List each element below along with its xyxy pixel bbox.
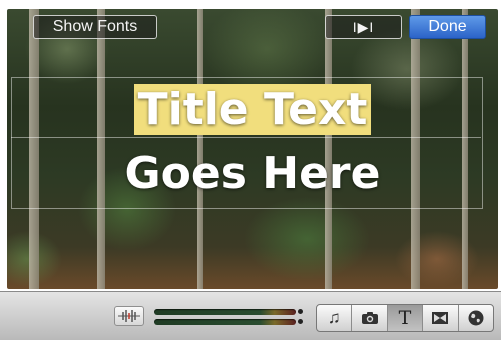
photo-browser-button[interactable] — [352, 305, 388, 331]
title-text[interactable]: Title Text — [133, 84, 372, 135]
title-line-2[interactable]: Goes Here — [7, 147, 498, 201]
transition-icon — [432, 312, 449, 324]
done-button[interactable]: Done — [409, 15, 486, 39]
map-browser-button[interactable] — [459, 305, 493, 331]
audio-level-meter-right — [154, 319, 296, 325]
music-browser-button[interactable]: ♫ — [317, 305, 353, 331]
title-line-1[interactable]: Title Text — [7, 83, 498, 137]
video-viewer: Show Fonts I▶I Done Title Text Goes Here — [7, 9, 498, 289]
play-button[interactable]: I▶I — [325, 15, 402, 39]
globe-icon — [468, 310, 484, 326]
transition-browser-button[interactable] — [423, 305, 459, 331]
show-fonts-button[interactable]: Show Fonts — [33, 15, 157, 39]
meter-peak-indicator — [298, 319, 303, 324]
meter-peak-indicator — [298, 309, 303, 314]
music-icon: ♫ — [327, 308, 341, 327]
browser-buttons: ♫ T — [316, 304, 494, 332]
audio-level-meter-left — [154, 309, 296, 315]
title-text-icon: T — [398, 307, 412, 329]
title-browser-button[interactable]: T — [387, 305, 424, 331]
waveform-icon — [118, 310, 140, 322]
camera-icon — [361, 312, 378, 324]
audio-waveform-button[interactable] — [114, 306, 144, 326]
